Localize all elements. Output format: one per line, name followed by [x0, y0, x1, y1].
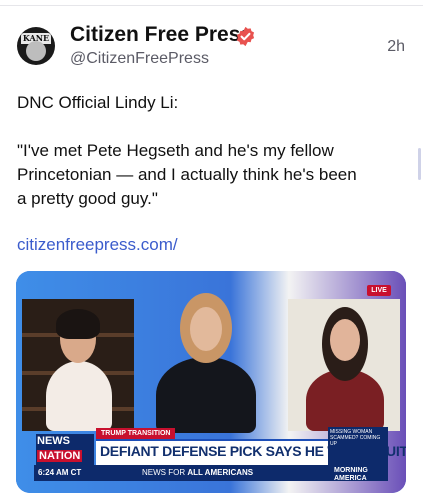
broadcast-time: 6:24 AM CT [38, 468, 82, 477]
post-text-line-1: DNC Official Lindy Li: [17, 93, 179, 112]
avatar[interactable]: KANE [17, 27, 55, 65]
video-thumbnail[interactable]: LIVE TRUMP TRANSITION DEFIANT DEFENSE PI… [16, 271, 406, 493]
post-text-line-4: Princetonian — and I actually think he's… [17, 165, 357, 184]
host-center [156, 357, 256, 433]
live-badge: LIVE [367, 285, 391, 296]
post-timestamp[interactable]: 2h [387, 38, 405, 56]
network-tagline: NEWS FOR ALL AMERICANS [142, 468, 254, 477]
display-name[interactable]: Citizen Free Press [70, 23, 252, 47]
guest-left-panel [22, 299, 134, 431]
segment-tag: TRUMP TRANSITION [96, 428, 176, 439]
promo-show: MORNING AMERICA [334, 467, 368, 482]
scrollbar[interactable] [418, 148, 421, 180]
post-link[interactable]: citizenfreepress.com/ [17, 235, 178, 255]
verified-badge-icon [236, 26, 255, 47]
network-logo-bottom: NATION [37, 450, 83, 462]
guest-right-panel [288, 299, 400, 431]
handle[interactable]: @CitizenFreePress [70, 50, 209, 68]
network-logo-top: NEWS [37, 435, 70, 447]
post-text-line-5: a pretty good guy." [17, 189, 158, 208]
promo-text: MISSING WOMAN SCAMMED? COMING UP [330, 429, 381, 447]
top-divider [0, 0, 423, 6]
avatar-face [26, 41, 46, 61]
post-text-line-3: "I've met Pete Hegseth and he's my fello… [17, 141, 334, 160]
